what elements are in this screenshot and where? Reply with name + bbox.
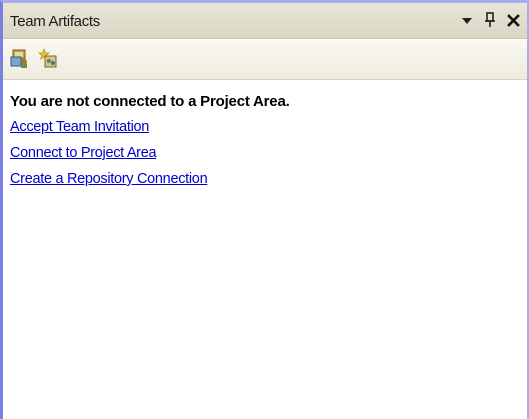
connect-to-project-area-link[interactable]: Connect to Project Area: [10, 145, 157, 161]
panel-window-controls: [459, 9, 521, 31]
close-icon[interactable]: [505, 9, 521, 31]
team-artifacts-panel: Team Artifacts You are not connected to …: [0, 0, 529, 419]
dropdown-menu-icon[interactable]: [459, 9, 475, 31]
pin-glyph: [485, 12, 495, 27]
panel-title: Team Artifacts: [10, 13, 100, 30]
accept-team-invitation-link[interactable]: Accept Team Invitation: [10, 119, 149, 135]
panel-titlebar: Team Artifacts: [3, 3, 527, 39]
team-artifacts-icon[interactable]: [8, 46, 32, 70]
not-connected-message: You are not connected to a Project Area.: [10, 93, 290, 110]
panel-content: You are not connected to a Project Area.…: [10, 93, 521, 197]
panel-toolbar: [3, 40, 527, 80]
create-repository-connection-link[interactable]: Create a Repository Connection: [10, 171, 208, 187]
new-connection-glyph: [38, 48, 57, 68]
dropdown-arrow-glyph: [462, 18, 472, 24]
close-glyph: [506, 13, 520, 27]
pin-icon[interactable]: [482, 9, 498, 31]
team-artifacts-glyph: [10, 49, 27, 68]
new-connection-icon[interactable]: [36, 46, 60, 70]
